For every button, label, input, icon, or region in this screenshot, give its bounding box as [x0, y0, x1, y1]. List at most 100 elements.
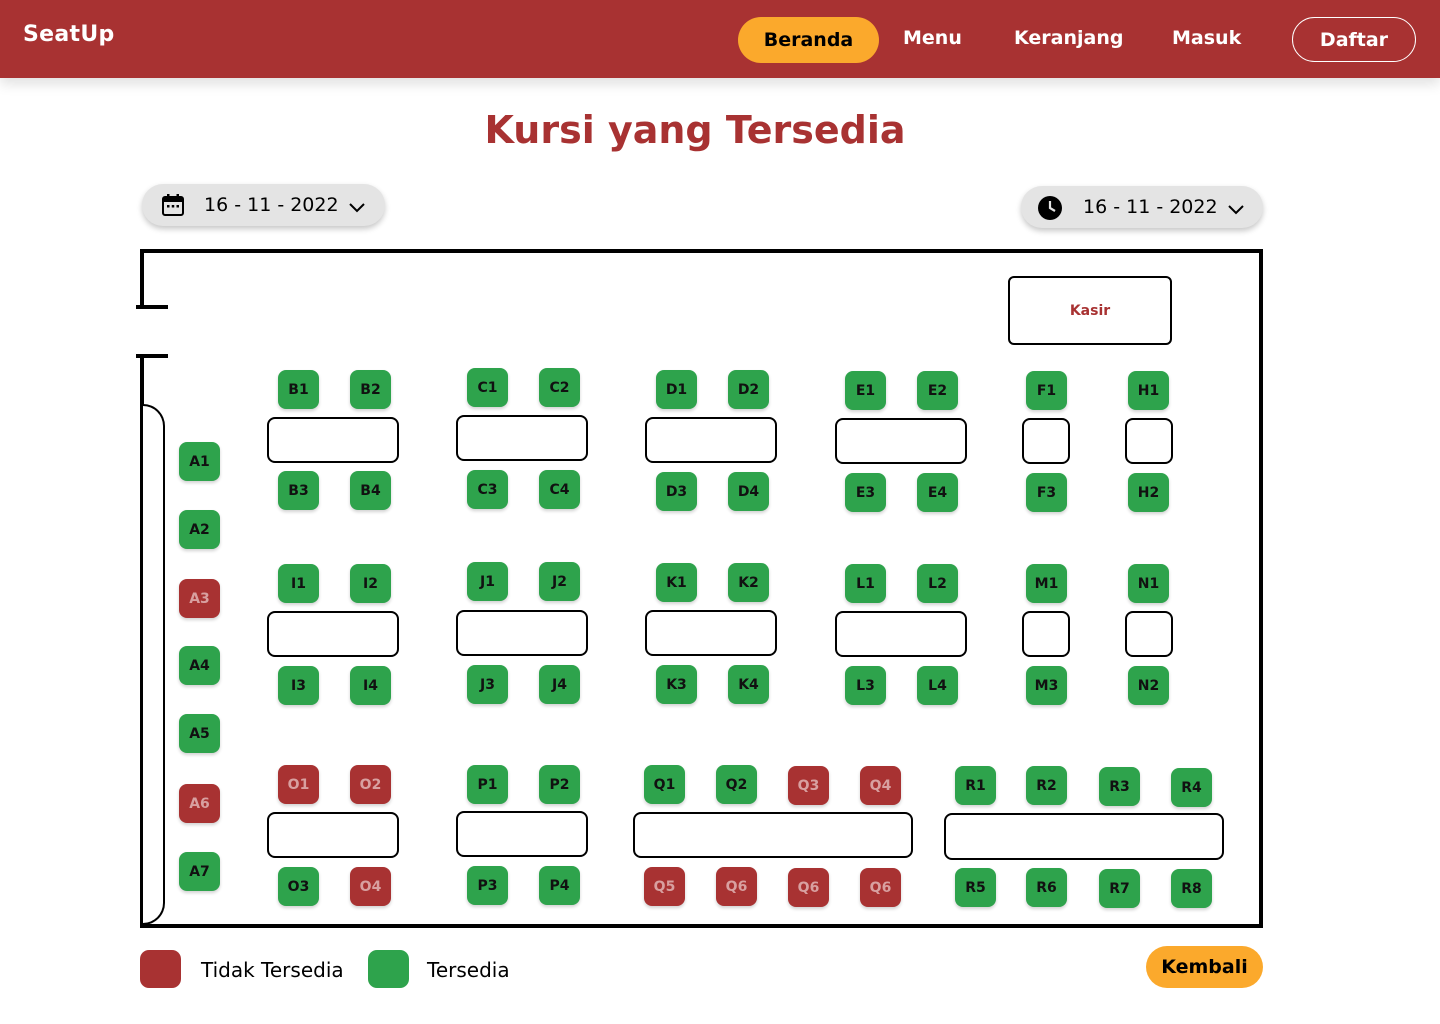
seat-q6[interactable]: Q6 — [860, 868, 901, 907]
seat-n2[interactable]: N2 — [1128, 666, 1169, 705]
legend-unavailable-swatch — [140, 950, 181, 988]
seat-m1[interactable]: M1 — [1026, 564, 1067, 603]
seat-o3[interactable]: O3 — [278, 867, 319, 906]
nav-home-button[interactable]: Beranda — [738, 17, 879, 63]
table-d — [645, 417, 777, 463]
seat-k4[interactable]: K4 — [728, 665, 769, 704]
clock-icon — [1037, 195, 1063, 226]
seat-p4[interactable]: P4 — [539, 866, 580, 905]
calendar-icon — [161, 193, 185, 222]
seat-j2[interactable]: J2 — [539, 562, 580, 601]
navbar: SeatUp Beranda Menu Keranjang Masuk Daft… — [0, 0, 1440, 78]
seat-p1[interactable]: P1 — [467, 765, 508, 804]
seat-r1[interactable]: R1 — [955, 766, 996, 805]
seat-r8[interactable]: R8 — [1171, 869, 1212, 908]
seat-b2[interactable]: B2 — [350, 370, 391, 409]
seat-l3[interactable]: L3 — [845, 666, 886, 705]
table-e — [835, 418, 967, 464]
seat-d1[interactable]: D1 — [656, 370, 697, 409]
seat-k1[interactable]: K1 — [656, 563, 697, 602]
time-picker[interactable]: 16 - 11 - 2022 — [1021, 186, 1263, 228]
seat-a6[interactable]: A6 — [179, 784, 220, 823]
seat-a5[interactable]: A5 — [179, 714, 220, 753]
seat-q1[interactable]: Q1 — [644, 765, 685, 804]
seat-i3[interactable]: I3 — [278, 666, 319, 705]
page-title: Kursi yang Tersedia — [484, 108, 906, 152]
seat-c4[interactable]: C4 — [539, 470, 580, 509]
seat-i1[interactable]: I1 — [278, 564, 319, 603]
seat-a4[interactable]: A4 — [179, 646, 220, 685]
nav-cart-link[interactable]: Keranjang — [1014, 27, 1123, 49]
entrance-door — [136, 308, 146, 354]
cashier-counter: Kasir — [1008, 276, 1172, 345]
seat-l2[interactable]: L2 — [917, 564, 958, 603]
time-value: 16 - 11 - 2022 — [1083, 196, 1218, 218]
seat-i4[interactable]: I4 — [350, 666, 391, 705]
table-j — [456, 610, 588, 656]
seat-e1[interactable]: E1 — [845, 371, 886, 410]
seat-q6[interactable]: Q6 — [788, 868, 829, 907]
seat-q3[interactable]: Q3 — [788, 766, 829, 805]
seat-c2[interactable]: C2 — [539, 368, 580, 407]
seat-r2[interactable]: R2 — [1026, 766, 1067, 805]
seat-r6[interactable]: R6 — [1026, 868, 1067, 907]
seat-c3[interactable]: C3 — [467, 470, 508, 509]
brand-logo[interactable]: SeatUp — [23, 22, 115, 47]
seat-a1[interactable]: A1 — [179, 442, 220, 481]
seat-p2[interactable]: P2 — [539, 765, 580, 804]
seat-j1[interactable]: J1 — [467, 562, 508, 601]
seat-d3[interactable]: D3 — [656, 472, 697, 511]
seat-r3[interactable]: R3 — [1099, 767, 1140, 806]
seat-k3[interactable]: K3 — [656, 665, 697, 704]
seat-f1[interactable]: F1 — [1026, 371, 1067, 410]
table-l — [835, 611, 967, 657]
seat-r4[interactable]: R4 — [1171, 768, 1212, 807]
seat-l4[interactable]: L4 — [917, 666, 958, 705]
seat-i2[interactable]: I2 — [350, 564, 391, 603]
seat-b4[interactable]: B4 — [350, 471, 391, 510]
table-r — [944, 813, 1224, 860]
seat-b1[interactable]: B1 — [278, 370, 319, 409]
seat-c1[interactable]: C1 — [467, 368, 508, 407]
table-n — [1125, 611, 1173, 657]
seat-m3[interactable]: M3 — [1026, 666, 1067, 705]
seat-q5[interactable]: Q5 — [644, 867, 685, 906]
table-c — [456, 415, 588, 461]
seat-h2[interactable]: H2 — [1128, 473, 1169, 512]
seat-b3[interactable]: B3 — [278, 471, 319, 510]
seat-a3[interactable]: A3 — [179, 579, 220, 618]
seat-q2[interactable]: Q2 — [716, 765, 757, 804]
seat-r7[interactable]: R7 — [1099, 869, 1140, 908]
seat-j4[interactable]: J4 — [539, 665, 580, 704]
back-button[interactable]: Kembali — [1146, 946, 1263, 988]
seat-e3[interactable]: E3 — [845, 473, 886, 512]
table-p — [456, 811, 588, 857]
nav-register-button[interactable]: Daftar — [1292, 17, 1416, 62]
seat-l1[interactable]: L1 — [845, 564, 886, 603]
seat-o4[interactable]: O4 — [350, 867, 391, 906]
seat-o1[interactable]: O1 — [278, 765, 319, 804]
seat-d2[interactable]: D2 — [728, 370, 769, 409]
table-i — [267, 611, 399, 657]
seat-p3[interactable]: P3 — [467, 866, 508, 905]
seat-a2[interactable]: A2 — [179, 510, 220, 549]
seat-r5[interactable]: R5 — [955, 868, 996, 907]
seat-j3[interactable]: J3 — [467, 665, 508, 704]
seat-n1[interactable]: N1 — [1128, 564, 1169, 603]
seat-q6[interactable]: Q6 — [716, 867, 757, 906]
seat-a7[interactable]: A7 — [179, 852, 220, 891]
chevron-down-icon — [348, 197, 366, 219]
seat-h1[interactable]: H1 — [1128, 371, 1169, 410]
seat-o2[interactable]: O2 — [350, 765, 391, 804]
seat-d4[interactable]: D4 — [728, 472, 769, 511]
seat-q4[interactable]: Q4 — [860, 766, 901, 805]
date-picker[interactable]: 16 - 11 - 2022 — [142, 184, 385, 226]
nav-login-link[interactable]: Masuk — [1172, 27, 1241, 49]
seat-f3[interactable]: F3 — [1026, 473, 1067, 512]
nav-menu-link[interactable]: Menu — [903, 27, 962, 49]
seat-k2[interactable]: K2 — [728, 563, 769, 602]
door-frame-bottom — [136, 354, 168, 358]
chevron-down-icon — [1227, 199, 1245, 221]
seat-e2[interactable]: E2 — [917, 371, 958, 410]
seat-e4[interactable]: E4 — [917, 473, 958, 512]
